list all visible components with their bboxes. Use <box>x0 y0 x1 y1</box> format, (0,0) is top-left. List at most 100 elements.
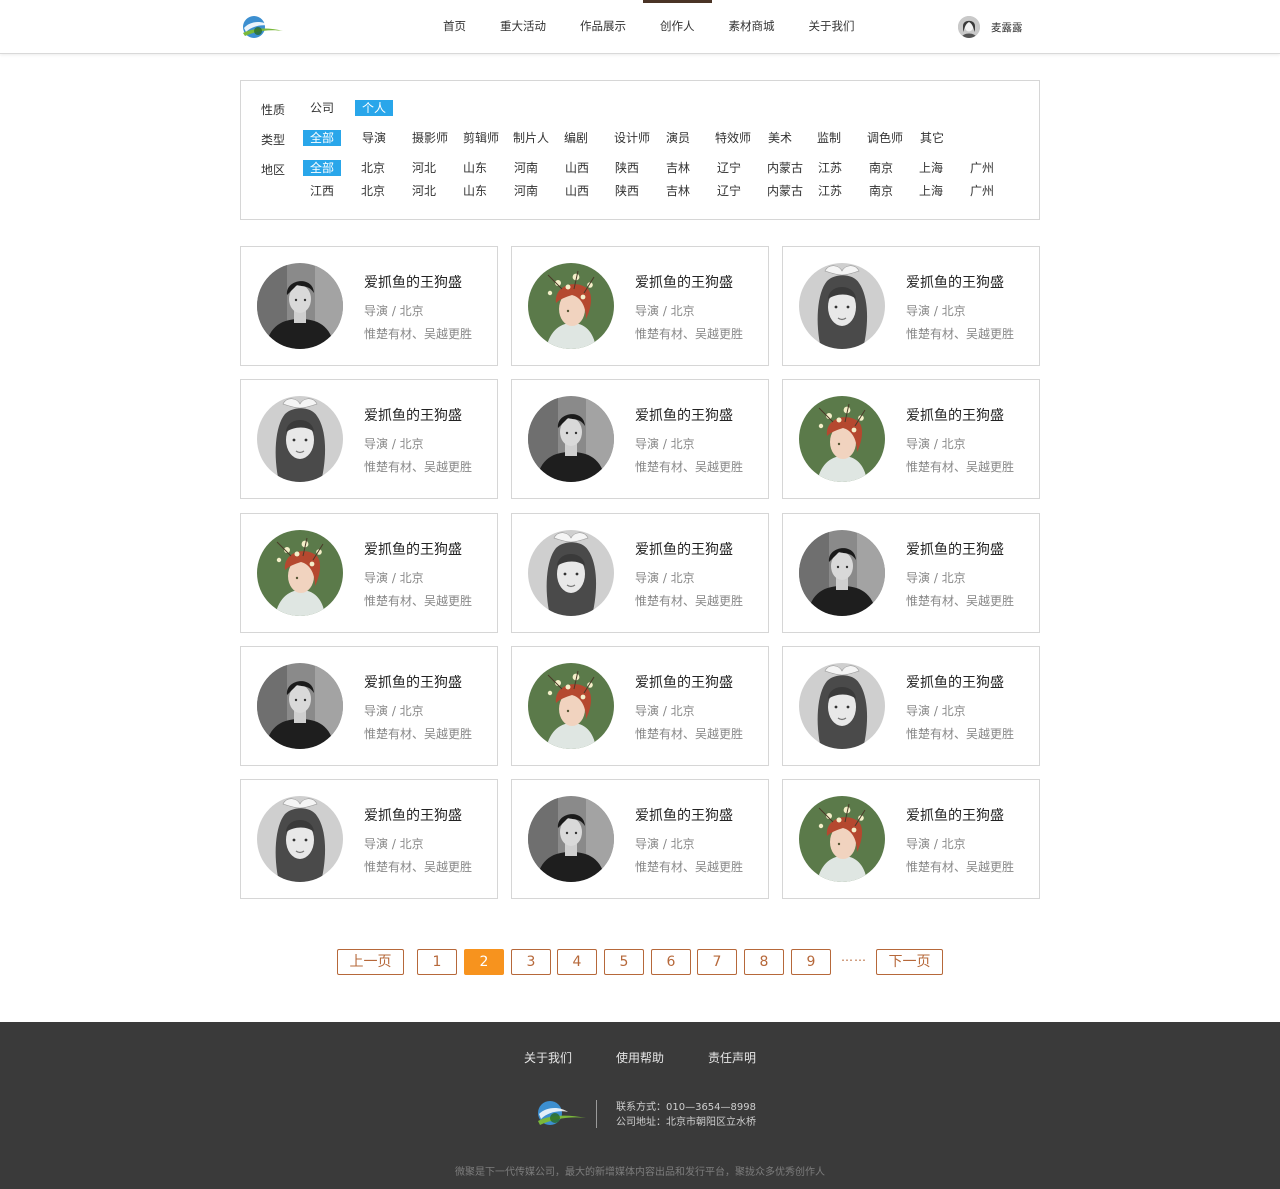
filter-region-option[interactable]: 广州 <box>963 160 1001 176</box>
creator-card[interactable]: 爱抓鱼的王狗盛 导演 / 北京 惟楚有材、吴越更胜 <box>511 513 769 633</box>
filter-region-option[interactable]: 江苏 <box>811 183 849 199</box>
filter-type-option[interactable]: 监制 <box>810 130 848 146</box>
creator-name[interactable]: 爱抓鱼的王狗盛 <box>635 672 733 692</box>
filter-region-option[interactable]: 上海 <box>912 160 950 176</box>
creator-card[interactable]: 爱抓鱼的王狗盛 导演 / 北京 惟楚有材、吴越更胜 <box>782 779 1040 899</box>
filter-region-option[interactable]: 河南 <box>507 160 545 176</box>
nav-item-3[interactable]: 创作人 <box>643 0 712 54</box>
woman-portrait-icon[interactable] <box>528 530 614 616</box>
creator-name[interactable]: 爱抓鱼的王狗盛 <box>364 805 462 825</box>
creator-card[interactable]: 爱抓鱼的王狗盛 导演 / 北京 惟楚有材、吴越更胜 <box>511 246 769 366</box>
man-portrait-icon[interactable] <box>528 796 614 882</box>
filter-type-option[interactable]: 美术 <box>761 130 799 146</box>
page-button[interactable]: 6 <box>651 949 691 975</box>
footer-link-disclaimer[interactable]: 责任声明 <box>708 1049 756 1066</box>
page-button[interactable]: 5 <box>604 949 644 975</box>
creator-name[interactable]: 爱抓鱼的王狗盛 <box>635 539 733 559</box>
creator-card[interactable]: 爱抓鱼的王狗盛 导演 / 北京 惟楚有材、吴越更胜 <box>782 379 1040 499</box>
creator-name[interactable]: 爱抓鱼的王狗盛 <box>364 672 462 692</box>
creator-name[interactable]: 爱抓鱼的王狗盛 <box>635 805 733 825</box>
creator-card[interactable]: 爱抓鱼的王狗盛 导演 / 北京 惟楚有材、吴越更胜 <box>511 646 769 766</box>
filter-region-option[interactable]: 陕西 <box>608 160 646 176</box>
filter-region-option[interactable]: 北京 <box>354 160 392 176</box>
woman-portrait-icon[interactable] <box>799 263 885 349</box>
flower-girl-illustration-icon[interactable] <box>257 530 343 616</box>
creator-card[interactable]: 爱抓鱼的王狗盛 导演 / 北京 惟楚有材、吴越更胜 <box>240 246 498 366</box>
creator-card[interactable]: 爱抓鱼的王狗盛 导演 / 北京 惟楚有材、吴越更胜 <box>782 246 1040 366</box>
filter-region-option[interactable]: 南京 <box>862 183 900 199</box>
filter-type-option[interactable]: 制片人 <box>512 130 550 146</box>
page-button[interactable]: 2 <box>464 949 504 975</box>
page-button[interactable]: 8 <box>744 949 784 975</box>
flower-girl-illustration-icon[interactable] <box>528 663 614 749</box>
nav-item-2[interactable]: 作品展示 <box>563 0 643 54</box>
woman-portrait-icon[interactable] <box>257 396 343 482</box>
filter-type-option[interactable]: 剪辑师 <box>462 130 500 146</box>
user-name[interactable]: 麦露露 <box>991 20 1023 35</box>
prev-page-button[interactable]: 上一页 <box>337 949 404 975</box>
filter-type-option[interactable]: 设计师 <box>613 130 651 146</box>
creator-card[interactable]: 爱抓鱼的王狗盛 导演 / 北京 惟楚有材、吴越更胜 <box>240 513 498 633</box>
filter-region-option[interactable]: 吉林 <box>659 183 697 199</box>
filter-nature-option[interactable]: 公司 <box>303 100 341 116</box>
filter-region-option[interactable]: 吉林 <box>659 160 697 176</box>
filter-type-option[interactable]: 演员 <box>659 130 697 146</box>
creator-card[interactable]: 爱抓鱼的王狗盛 导演 / 北京 惟楚有材、吴越更胜 <box>240 379 498 499</box>
filter-region-option[interactable]: 河北 <box>405 183 443 199</box>
woman-portrait-icon[interactable] <box>799 663 885 749</box>
filter-region-option[interactable]: 广州 <box>963 183 1001 199</box>
filter-region-option[interactable]: 辽宁 <box>710 183 748 199</box>
filter-region-option[interactable]: 南京 <box>862 160 900 176</box>
man-portrait-icon[interactable] <box>257 663 343 749</box>
filter-region-option[interactable]: 山东 <box>456 160 494 176</box>
filter-region-option[interactable]: 上海 <box>912 183 950 199</box>
next-page-button[interactable]: 下一页 <box>876 949 943 975</box>
footer-link-help[interactable]: 使用帮助 <box>616 1049 664 1066</box>
filter-region-option[interactable]: 河北 <box>405 160 443 176</box>
creator-name[interactable]: 爱抓鱼的王狗盛 <box>635 405 733 425</box>
filter-type-option[interactable]: 其它 <box>913 130 951 146</box>
filter-type-option[interactable]: 全部 <box>303 130 341 146</box>
page-button[interactable]: 1 <box>417 949 457 975</box>
creator-name[interactable]: 爱抓鱼的王狗盛 <box>906 539 1004 559</box>
filter-region-option[interactable]: 江苏 <box>811 160 849 176</box>
filter-region-option[interactable]: 山西 <box>558 160 596 176</box>
man-portrait-icon[interactable] <box>528 396 614 482</box>
man-portrait-icon[interactable] <box>799 530 885 616</box>
filter-region-option[interactable]: 山东 <box>456 183 494 199</box>
creator-card[interactable]: 爱抓鱼的王狗盛 导演 / 北京 惟楚有材、吴越更胜 <box>240 646 498 766</box>
creator-name[interactable]: 爱抓鱼的王狗盛 <box>364 272 462 292</box>
creator-name[interactable]: 爱抓鱼的王狗盛 <box>364 539 462 559</box>
filter-type-option[interactable]: 特效师 <box>714 130 752 146</box>
filter-region-option[interactable]: 山西 <box>558 183 596 199</box>
creator-name[interactable]: 爱抓鱼的王狗盛 <box>906 672 1004 692</box>
filter-region-option[interactable]: 江西 <box>303 183 341 199</box>
creator-name[interactable]: 爱抓鱼的王狗盛 <box>364 405 462 425</box>
footer-link-about[interactable]: 关于我们 <box>524 1049 572 1066</box>
filter-region-option[interactable]: 北京 <box>354 183 392 199</box>
flower-girl-illustration-icon[interactable] <box>799 796 885 882</box>
filter-type-option[interactable]: 编剧 <box>557 130 595 146</box>
filter-nature-option[interactable]: 个人 <box>355 100 393 116</box>
nav-item-4[interactable]: 素材商城 <box>712 0 792 54</box>
creator-card[interactable]: 爱抓鱼的王狗盛 导演 / 北京 惟楚有材、吴越更胜 <box>782 513 1040 633</box>
creator-card[interactable]: 爱抓鱼的王狗盛 导演 / 北京 惟楚有材、吴越更胜 <box>240 779 498 899</box>
flower-girl-illustration-icon[interactable] <box>799 396 885 482</box>
man-portrait-icon[interactable] <box>257 263 343 349</box>
creator-card[interactable]: 爱抓鱼的王狗盛 导演 / 北京 惟楚有材、吴越更胜 <box>511 779 769 899</box>
creator-name[interactable]: 爱抓鱼的王狗盛 <box>906 272 1004 292</box>
filter-region-option[interactable]: 内蒙古 <box>766 160 804 176</box>
creator-card[interactable]: 爱抓鱼的王狗盛 导演 / 北京 惟楚有材、吴越更胜 <box>511 379 769 499</box>
filter-region-option[interactable]: 陕西 <box>608 183 646 199</box>
creator-name[interactable]: 爱抓鱼的王狗盛 <box>635 272 733 292</box>
filter-type-option[interactable]: 摄影师 <box>411 130 449 146</box>
filter-region-option[interactable]: 辽宁 <box>710 160 748 176</box>
page-button[interactable]: 7 <box>697 949 737 975</box>
creator-name[interactable]: 爱抓鱼的王狗盛 <box>906 805 1004 825</box>
flower-girl-illustration-icon[interactable] <box>528 263 614 349</box>
filter-type-option[interactable]: 导演 <box>355 130 393 146</box>
nav-item-5[interactable]: 关于我们 <box>792 0 872 54</box>
nav-item-0[interactable]: 首页 <box>426 0 483 54</box>
filter-region-option[interactable]: 河南 <box>507 183 545 199</box>
user-menu[interactable]: 麦露露 <box>958 16 1023 38</box>
